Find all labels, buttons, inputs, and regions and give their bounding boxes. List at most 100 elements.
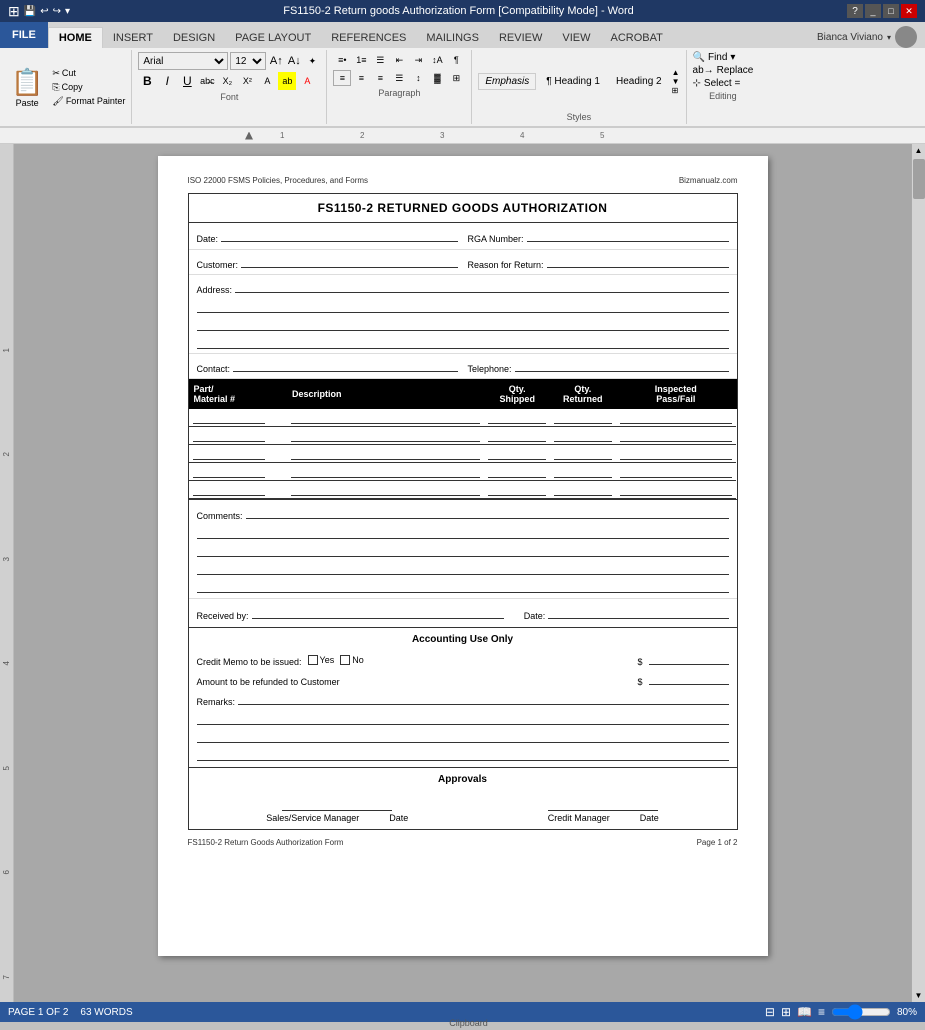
tab-mailings[interactable]: MAILINGS: [416, 28, 489, 48]
clear-format-button[interactable]: ✦: [304, 53, 320, 69]
scroll-thumb[interactable]: [913, 159, 925, 199]
strikethrough-button[interactable]: ab̶c: [198, 72, 216, 90]
scroll-up-button[interactable]: ▲: [913, 144, 925, 157]
show-marks-button[interactable]: ¶: [447, 52, 465, 68]
reason-field: Reason for Return:: [468, 254, 729, 270]
tab-review[interactable]: REVIEW: [489, 28, 552, 48]
select-icon: ⊹: [693, 78, 701, 89]
yes-checkbox[interactable]: [308, 655, 318, 665]
address-section: Address:: [189, 275, 737, 354]
justify-button[interactable]: ☰: [390, 70, 408, 86]
paragraph-group: ≡• 1≡ ☰ ⇤ ⇥ ↕A ¶ ≡ ≡ ≡ ☰ ↕ ▓ ⊞ Paragraph: [327, 50, 472, 124]
borders-button[interactable]: ⊞: [447, 70, 465, 86]
bullets-button[interactable]: ≡•: [333, 52, 351, 68]
amount-label: Amount to be refunded to Customer: [197, 677, 340, 687]
para-row2: ≡ ≡ ≡ ☰ ↕ ▓ ⊞: [333, 70, 465, 86]
tab-page-layout[interactable]: PAGE LAYOUT: [225, 28, 321, 48]
style-heading1[interactable]: ¶ Heading 1: [540, 74, 606, 89]
subscript-button[interactable]: X₂: [218, 72, 236, 90]
line-spacing-button[interactable]: ↕: [409, 70, 427, 86]
form-title: FS1150-2 RETURNED GOODS AUTHORIZATION: [189, 194, 737, 223]
minimize-button[interactable]: _: [865, 4, 881, 18]
restore-button[interactable]: □: [883, 4, 899, 18]
title-bar: ⊞ 💾 ↩ ↪ ▾ FS1150-2 Return goods Authoriz…: [0, 0, 925, 22]
decrease-indent-button[interactable]: ⇤: [390, 52, 408, 68]
user-dropdown-icon[interactable]: ▾: [887, 33, 891, 42]
paste-icon: 📋: [11, 67, 43, 98]
multilevel-button[interactable]: ☰: [371, 52, 389, 68]
no-checkbox[interactable]: [340, 655, 350, 665]
align-right-button[interactable]: ≡: [371, 70, 389, 86]
font-shrink-button[interactable]: A↓: [286, 53, 302, 69]
cut-button[interactable]: ✂Cut: [50, 67, 127, 80]
th-part: Part/Material #: [189, 380, 287, 409]
find-button[interactable]: 🔍 Find ▾: [693, 52, 754, 63]
clipboard-sub-buttons: ✂Cut ⎘Copy 🖌Format Painter: [50, 67, 127, 108]
sort-button[interactable]: ↕A: [428, 52, 446, 68]
editing-group-label: Editing: [693, 91, 754, 101]
italic-button[interactable]: I: [158, 72, 176, 90]
tab-view[interactable]: VIEW: [552, 28, 600, 48]
left-margin: 1 2 3 4 5 6 7 8: [0, 144, 14, 1002]
header-right: Bizmanualz.com: [679, 176, 738, 185]
style-emphasis[interactable]: Emphasis: [478, 73, 536, 90]
tab-design[interactable]: DESIGN: [163, 28, 225, 48]
close-button[interactable]: ✕: [901, 4, 917, 18]
tab-file[interactable]: FILE: [0, 22, 48, 48]
customer-label: Customer:: [197, 260, 239, 270]
superscript-button[interactable]: X²: [238, 72, 256, 90]
scrollbar-vertical[interactable]: ▲ ▼: [911, 144, 925, 1002]
no-checkbox-field: No: [340, 655, 364, 665]
text-effects-button[interactable]: A: [258, 72, 276, 90]
th-qty-shipped: Qty.Shipped: [484, 380, 550, 409]
style-heading2[interactable]: Heading 2: [610, 74, 668, 89]
font-size-select[interactable]: 12: [230, 52, 266, 70]
customer-field: Customer:: [197, 254, 458, 270]
received-by-label: Received by:: [197, 611, 249, 621]
tab-insert[interactable]: INSERT: [103, 28, 163, 48]
underline-button[interactable]: U: [178, 72, 196, 90]
footer-right: Page 1 of 2: [697, 838, 738, 847]
ruler-tick-5: 5: [600, 131, 604, 140]
highlight-button[interactable]: ab: [278, 72, 296, 90]
font-color-button[interactable]: A: [298, 72, 316, 90]
font-row1: Arial 12 A↑ A↓ ✦: [138, 52, 320, 70]
received-by-field: Received by:: [197, 605, 504, 621]
select-button[interactable]: ⊹ Select =: [693, 78, 754, 89]
paragraph-group-label: Paragraph: [333, 88, 465, 98]
align-left-button[interactable]: ≡: [333, 70, 351, 86]
para-row1: ≡• 1≡ ☰ ⇤ ⇥ ↕A ¶: [333, 52, 465, 68]
tab-acrobat[interactable]: ACROBAT: [600, 28, 672, 48]
styles-scroll-buttons[interactable]: ▲ ▼ ⊞: [672, 68, 680, 95]
paste-label: Paste: [16, 98, 39, 108]
ribbon-tabs: FILE HOME INSERT DESIGN PAGE LAYOUT REFE…: [0, 22, 925, 48]
numbering-button[interactable]: 1≡: [352, 52, 370, 68]
scroll-down-button[interactable]: ▼: [913, 989, 925, 1002]
ribbon-content: 📋 Paste ✂Cut ⎘Copy 🖌Format Painter Clipb…: [0, 48, 925, 128]
page-header: ISO 22000 FSMS Policies, Procedures, and…: [188, 176, 738, 185]
paste-button[interactable]: 📋 Paste: [6, 64, 48, 111]
increase-indent-button[interactable]: ⇥: [409, 52, 427, 68]
help-button[interactable]: ?: [847, 4, 863, 18]
align-center-button[interactable]: ≡: [352, 70, 370, 86]
copy-button[interactable]: ⎘Copy: [50, 81, 127, 94]
shading-button[interactable]: ▓: [428, 70, 446, 86]
ruler-tick-3: 3: [440, 131, 444, 140]
accounting-section: Accounting Use Only Credit Memo to be is…: [189, 628, 737, 767]
bold-button[interactable]: B: [138, 72, 156, 90]
form-container: FS1150-2 RETURNED GOODS AUTHORIZATION Da…: [188, 193, 738, 830]
tab-references[interactable]: REFERENCES: [321, 28, 416, 48]
yes-label: Yes: [320, 655, 335, 665]
format-painter-button[interactable]: 🖌Format Painter: [50, 95, 127, 108]
replace-button[interactable]: ab→ Replace: [693, 65, 754, 76]
approval-sales: Sales/Service Manager Date: [266, 795, 408, 823]
font-grow-button[interactable]: A↑: [268, 53, 284, 69]
page-container: ISO 22000 FSMS Policies, Procedures, and…: [14, 144, 911, 1002]
document-page: ISO 22000 FSMS Policies, Procedures, and…: [158, 156, 768, 956]
table-row: [189, 463, 736, 481]
editing-group: 🔍 Find ▾ ab→ Replace ⊹ Select = Editing: [687, 50, 760, 124]
tab-home[interactable]: HOME: [48, 27, 103, 48]
approvals-row: Sales/Service Manager Date Credit Manage…: [197, 795, 729, 823]
font-name-select[interactable]: Arial: [138, 52, 228, 70]
header-left: ISO 22000 FSMS Policies, Procedures, and…: [188, 176, 369, 185]
